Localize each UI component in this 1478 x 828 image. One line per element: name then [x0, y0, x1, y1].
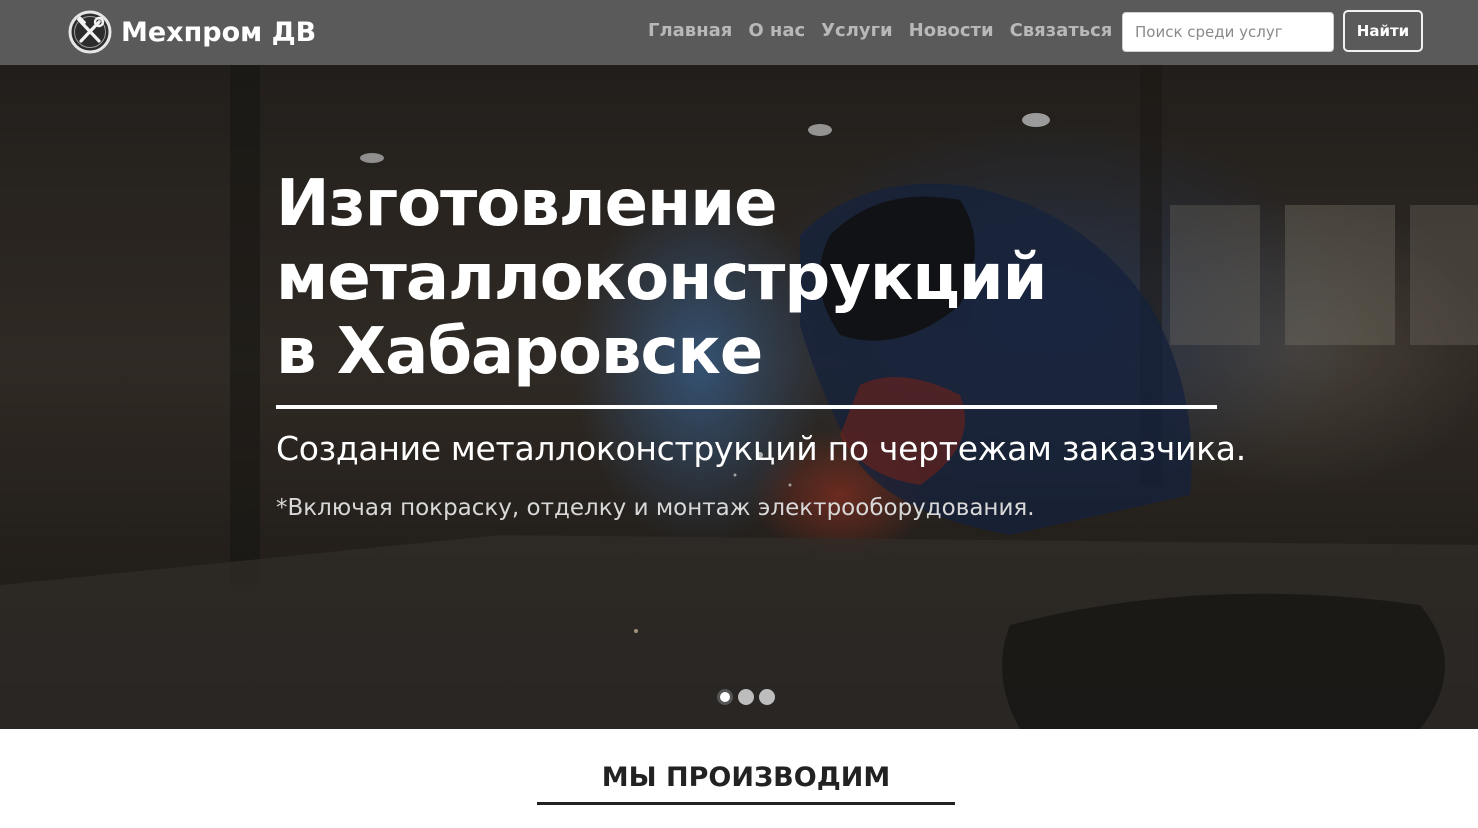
- nav-link-home[interactable]: Главная: [648, 20, 732, 41]
- hero-note: *Включая покраску, отделку и монтаж элек…: [276, 495, 1035, 521]
- carousel-dot-2[interactable]: [738, 689, 754, 705]
- nav-link-news[interactable]: Новости: [909, 20, 994, 41]
- hero-title-line: металлоконструкций: [276, 241, 1047, 315]
- section-title: МЫ ПРОИЗВОДИМ: [601, 762, 891, 793]
- nav-link-contact[interactable]: Связаться: [1010, 20, 1113, 41]
- top-navbar: Мехпром ДВ Главная О нас Услуги Новости …: [0, 0, 1478, 65]
- brand-link[interactable]: Мехпром ДВ: [68, 10, 316, 54]
- section-divider: [537, 802, 955, 805]
- brand-name: Мехпром ДВ: [121, 16, 317, 48]
- main-nav: Главная О нас Услуги Новости Связаться: [648, 20, 1128, 41]
- search-input[interactable]: [1122, 12, 1334, 52]
- hero-dark-overlay: [0, 65, 1478, 729]
- hero-carousel: Изготовление металлоконструкций в Хабаро…: [0, 65, 1478, 729]
- hero-title: Изготовление металлоконструкций в Хабаро…: [276, 167, 1176, 389]
- hero-title-line: в Хабаровске: [276, 315, 763, 389]
- carousel-dot-1[interactable]: [717, 689, 733, 705]
- carousel-indicators: [717, 689, 780, 705]
- search-button[interactable]: Найти: [1343, 10, 1423, 52]
- nav-link-about[interactable]: О нас: [748, 20, 805, 41]
- hero-title-line: Изготовление: [276, 167, 777, 241]
- hero-divider: [276, 405, 1217, 409]
- carousel-dot-3[interactable]: [759, 689, 775, 705]
- wrench-hammer-logo-icon: [68, 10, 112, 54]
- nav-link-services[interactable]: Услуги: [821, 20, 892, 41]
- hero-subtitle: Создание металлоконструкций по чертежам …: [276, 429, 1246, 468]
